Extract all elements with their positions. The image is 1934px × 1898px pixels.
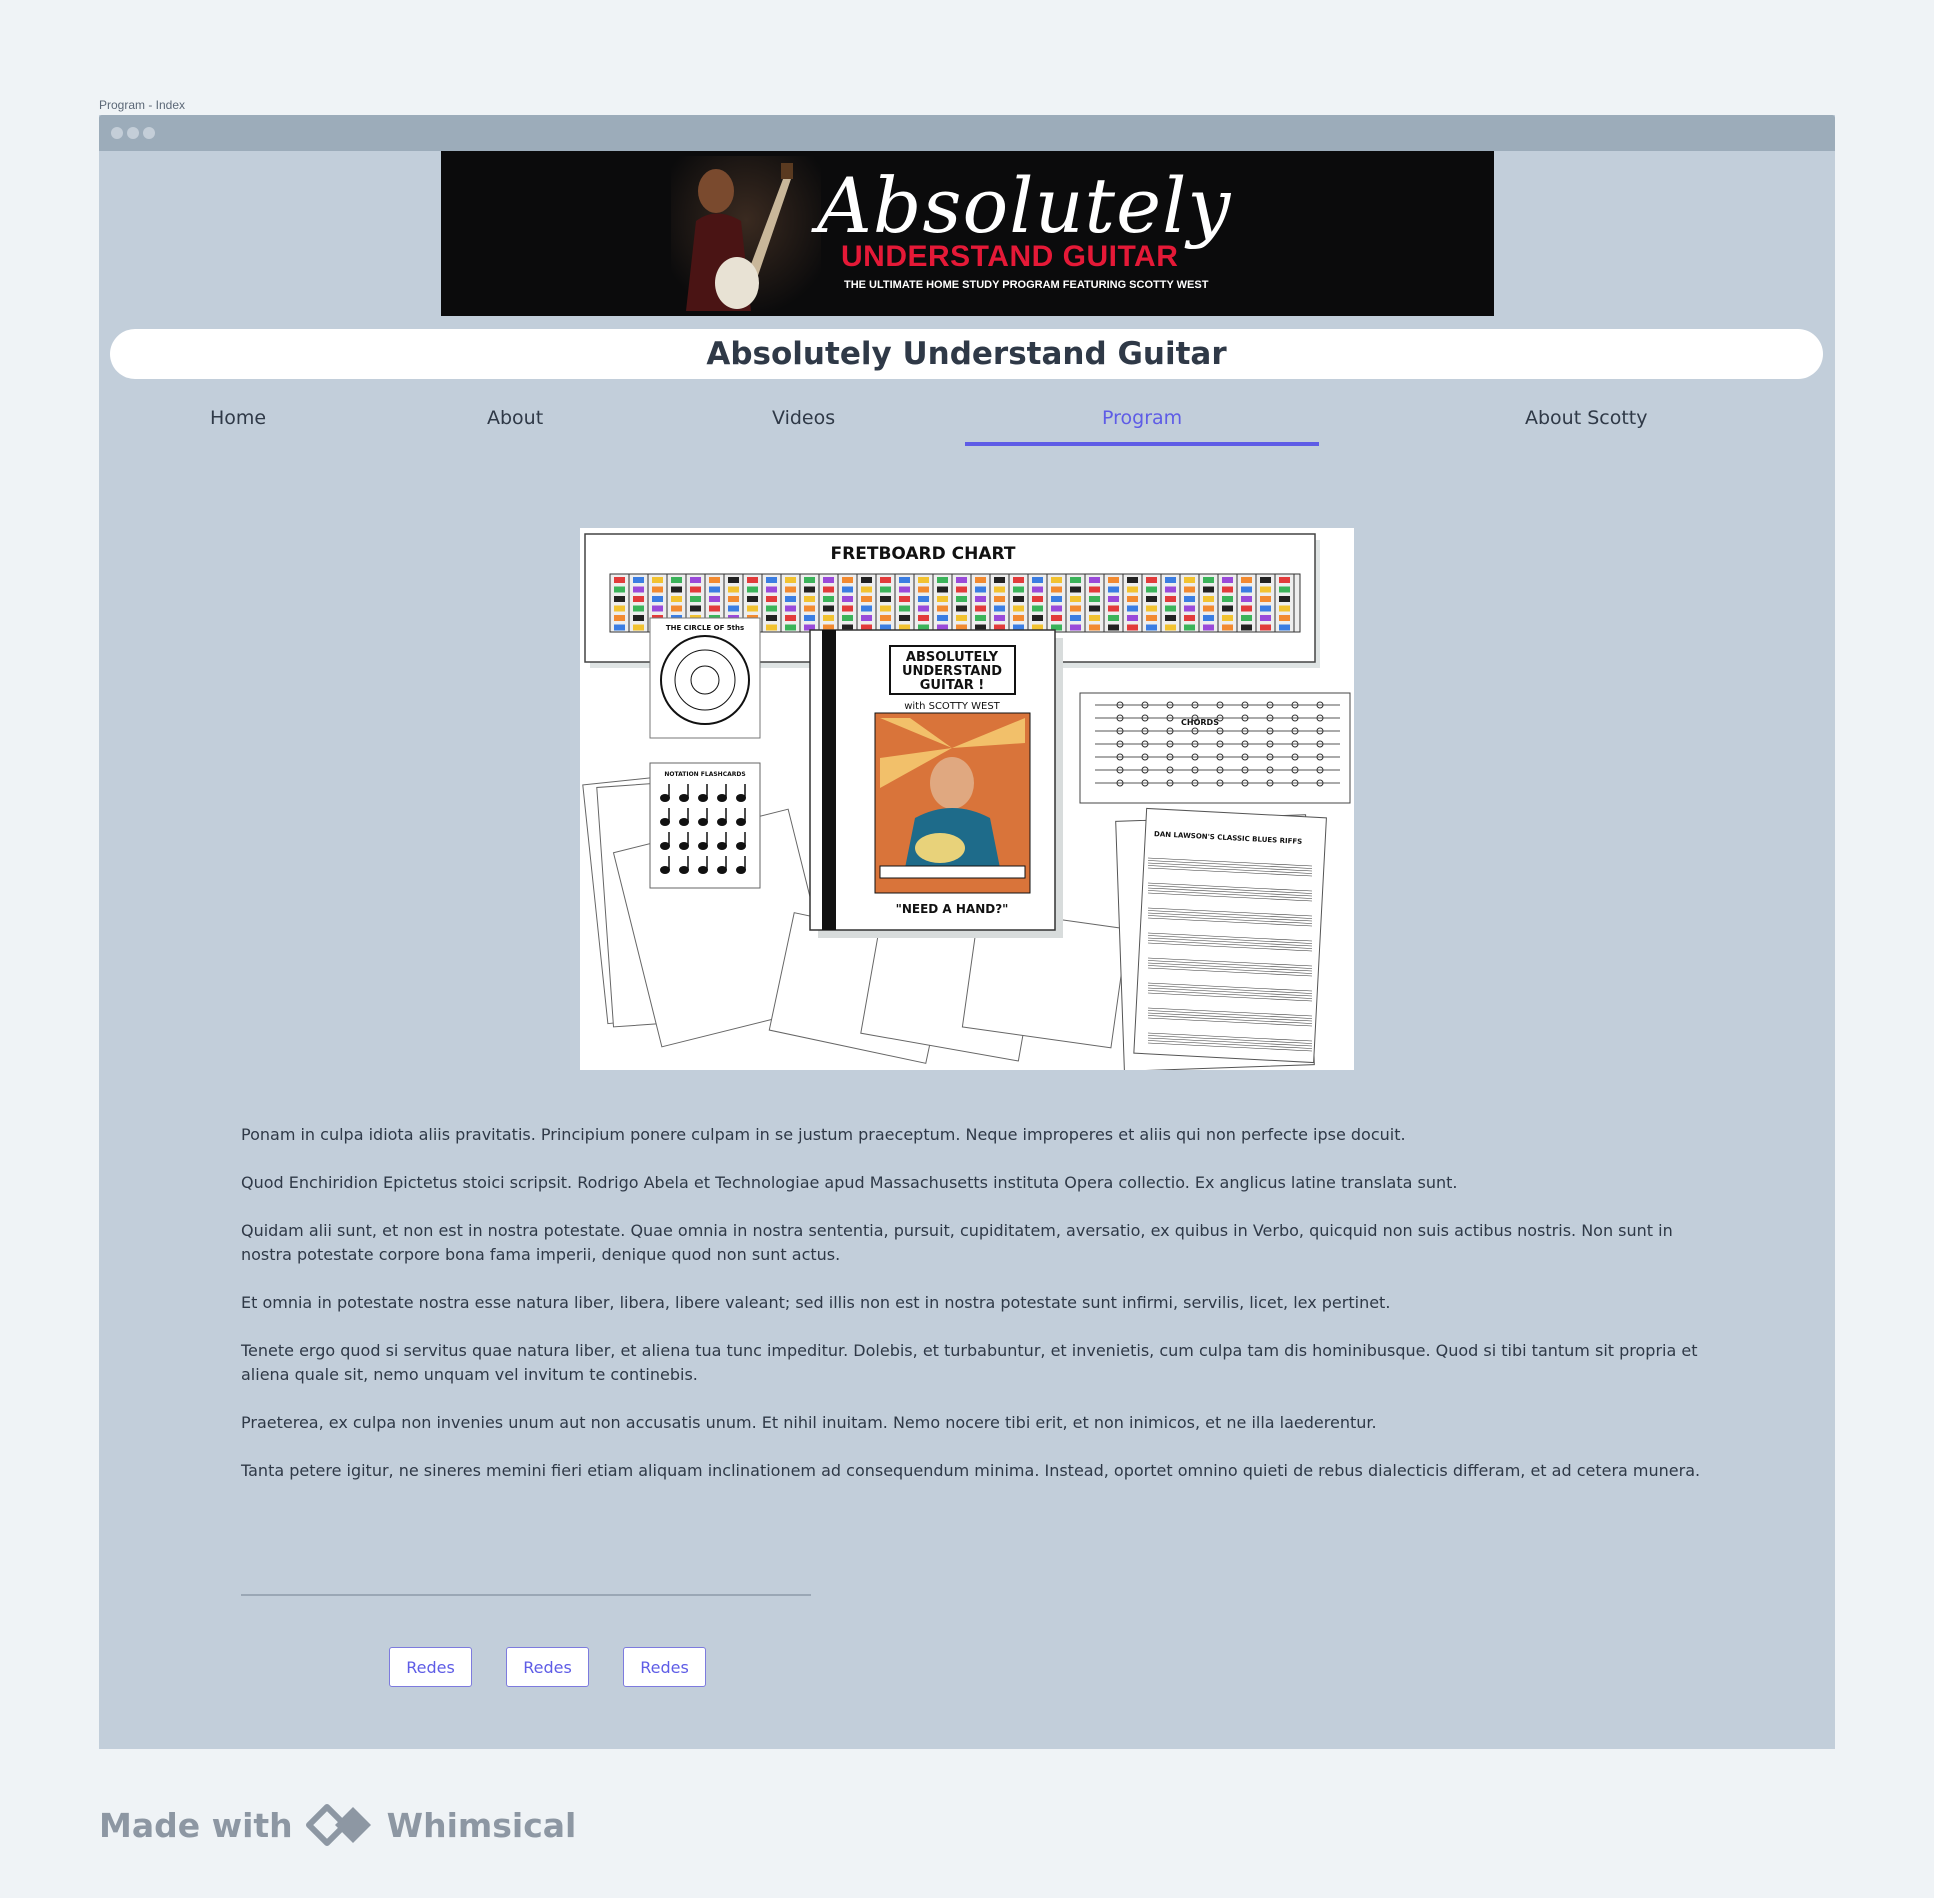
paragraph: Quidam alii sunt, et non est in nostra p… (241, 1221, 1673, 1264)
book-author: with SCOTTY WEST (904, 701, 1000, 712)
nav-item-about-scotty[interactable]: About Scotty (1525, 407, 1648, 429)
site-title: Absolutely Understand Guitar (706, 336, 1227, 372)
whimsical-brand: Whimsical (386, 1805, 577, 1845)
banner-title: Absolutely (817, 161, 1232, 250)
nav-active-indicator (965, 442, 1319, 446)
window-dot-icon (111, 127, 123, 139)
banner-subtitle: UNDERSTAND GUITAR (841, 240, 1179, 273)
made-with-badge[interactable]: Made with Whimsical (99, 1800, 576, 1850)
whimsical-logo-icon (305, 1804, 371, 1846)
nav-item-program[interactable]: Program (1102, 407, 1182, 429)
banner-tagline: THE ULTIMATE HOME STUDY PROGRAM FEATURIN… (844, 279, 1209, 291)
window-dot-icon (143, 127, 155, 139)
paragraph: Quod Enchiridion Epictetus stoici scrips… (241, 1173, 1458, 1192)
social-button-1[interactable]: Redes (389, 1647, 472, 1687)
footer-divider (241, 1594, 811, 1596)
paragraph: Praeterea, ex culpa non invenies unum au… (241, 1413, 1377, 1432)
nav-item-home[interactable]: Home (210, 407, 266, 429)
book-title-line-3: GUITAR ! (920, 678, 984, 693)
chords-label: CHORDS (1181, 718, 1219, 727)
nav-item-videos[interactable]: Videos (772, 407, 835, 429)
paragraph: Ponam in culpa idiota aliis pravitatis. … (241, 1125, 1406, 1144)
social-button-2[interactable]: Redes (506, 1647, 589, 1687)
frame-label: Program - Index (99, 98, 186, 112)
book-caption: "NEED A HAND?" (896, 902, 1009, 916)
book-title-line-2: UNDERSTAND (902, 664, 1002, 679)
site-banner: Absolutely UNDERSTAND GUITAR THE ULTIMAT… (441, 151, 1494, 316)
paragraph: Tanta petere igitur, ne sineres memini f… (241, 1461, 1701, 1480)
paragraph: Et omnia in potestate nostra esse natura… (241, 1293, 1391, 1312)
program-product-image: FRETBOARD CHART THE CIRCLE OF 5ths NOTAT… (580, 528, 1354, 1070)
site-title-bar: Absolutely Understand Guitar (110, 329, 1823, 379)
circle-of-fifths-label: THE CIRCLE OF 5ths (666, 624, 744, 632)
social-button-3[interactable]: Redes (623, 1647, 706, 1687)
window-dot-icon (127, 127, 139, 139)
made-with-label: Made with (99, 1805, 293, 1845)
window-titlebar (99, 115, 1835, 151)
flashcards-label: NOTATION FLASHCARDS (664, 771, 745, 778)
nav-item-about[interactable]: About (487, 407, 543, 429)
fretboard-chart-title: FRETBOARD CHART (831, 544, 1016, 564)
book-title-line-1: ABSOLUTELY (906, 650, 999, 665)
browser-window: Absolutely UNDERSTAND GUITAR THE ULTIMAT… (99, 115, 1835, 1749)
paragraph: Tenete ergo quod si servitus quae natura… (241, 1341, 1698, 1384)
program-description: Ponam in culpa idiota aliis pravitatis. … (241, 1123, 1701, 1507)
